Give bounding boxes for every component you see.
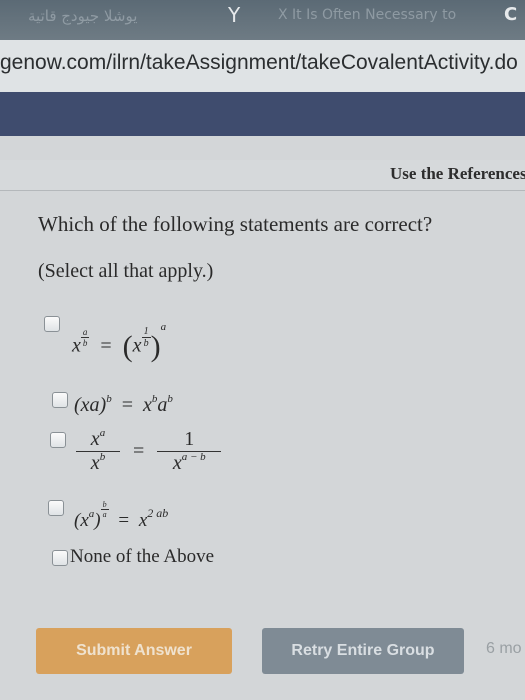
browser-tab-bar: يوشلا جيودج قاتية Y X It Is Often Necess… bbox=[0, 0, 525, 40]
question-instruction: (Select all that apply.) bbox=[38, 260, 214, 282]
chegg-tab-icon[interactable]: C bbox=[504, 4, 517, 25]
option-2-checkbox[interactable] bbox=[52, 392, 68, 408]
browser-tab[interactable]: X It Is Often Necessary to bbox=[278, 7, 456, 23]
yahoo-tab-icon[interactable]: Y bbox=[228, 3, 240, 27]
option-1-math: xab = (x 1 b)a bbox=[72, 320, 167, 363]
option-4-math: (xa) b a = x2 ab bbox=[74, 500, 169, 531]
attempts-remaining-text: 6 mo bbox=[486, 640, 522, 657]
option-4-checkbox[interactable] bbox=[48, 500, 64, 516]
option-2-math: (xa)b = xbab bbox=[74, 393, 173, 416]
question-text: Which of the following statements are co… bbox=[38, 212, 433, 236]
retry-entire-group-button[interactable]: Retry Entire Group bbox=[262, 628, 464, 674]
option-5-checkbox[interactable] bbox=[52, 550, 68, 566]
references-link[interactable]: Use the References bbox=[390, 164, 525, 184]
page-header-band bbox=[0, 92, 525, 136]
submit-answer-button[interactable]: Submit Answer bbox=[36, 628, 232, 674]
address-bar[interactable]: genow.com/ilrn/takeAssignment/takeCovale… bbox=[0, 40, 525, 93]
url-text[interactable]: genow.com/ilrn/takeAssignment/takeCovale… bbox=[0, 51, 518, 75]
browser-tab[interactable]: يوشلا جيودج قاتية bbox=[28, 7, 137, 25]
option-1-checkbox[interactable] bbox=[44, 316, 60, 332]
option-5-label[interactable]: None of the Above bbox=[70, 546, 214, 568]
option-3-math: xa xb = 1 xa − b bbox=[76, 427, 222, 475]
option-3-checkbox[interactable] bbox=[50, 432, 66, 448]
